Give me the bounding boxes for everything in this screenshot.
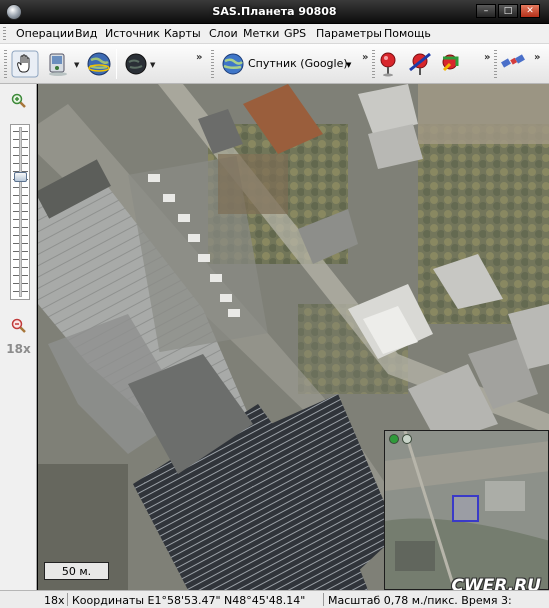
minimap-view-rectangle[interactable] [452,495,479,522]
minimap[interactable] [384,430,549,590]
marker-edit-icon[interactable] [436,50,464,78]
map-type-dropdown-arrow[interactable]: ▼ [150,61,155,69]
toolbar-grip-3[interactable] [372,50,375,78]
menu-layers[interactable]: Слои [209,27,238,40]
title-bar: SAS.Планета 90808 – □ ✕ [0,0,549,24]
window-title: SAS.Планета 90808 [212,5,337,18]
gps-dropdown-arrow[interactable]: ▼ [74,61,79,69]
minimize-button[interactable]: – [476,4,496,18]
watermark-logo: CWER.RU [451,576,541,590]
menu-operations[interactable]: Операции [16,27,74,40]
satellite-icon[interactable] [500,50,528,78]
menu-view[interactable]: Вид [75,27,97,40]
zoom-panel: 18x [0,84,37,590]
zoom-slider-thumb[interactable] [14,172,27,182]
globe-icon[interactable] [85,50,113,78]
maximize-button[interactable]: □ [498,4,518,18]
menu-bar: Операции Вид Источник Карты Слои Метки G… [0,24,549,44]
zoom-level-label: 18x [6,342,31,356]
toolbar-overflow-chevron-left[interactable]: » [196,52,202,63]
hand-icon[interactable] [11,50,39,78]
scale-bar: 50 м. [44,562,109,580]
status-bar: 18x Координаты E1°58'53.47" N48°45'48.14… [0,590,549,608]
minimap-zoom-in-icon[interactable] [389,434,399,444]
zoom-slider-rail [19,127,22,297]
status-scale: Масштаб 0,78 м./пикс. Время 3: [328,594,512,607]
satellite-globe-icon [222,53,244,75]
chevron-down-icon: ▼ [346,61,352,69]
menu-gps[interactable]: GPS [284,27,306,40]
menu-settings[interactable]: Параметры [316,27,382,40]
red-marker-icon[interactable] [376,50,404,78]
menu-marks[interactable]: Метки [243,27,279,40]
status-zoom: 18x [44,594,65,607]
zoom-slider[interactable] [10,124,30,300]
gps-device-icon[interactable] [44,50,72,78]
menu-grip[interactable] [3,27,6,41]
map-viewport[interactable]: 50 м. CWER.RU [38,84,549,590]
dark-globe-icon[interactable] [122,50,150,78]
map-source-label: Спутник (Google) [248,57,348,70]
status-coordinates: Координаты E1°58'53.47" N48°45'48.14" [72,594,306,607]
menu-maps[interactable]: Карты [164,27,201,40]
map-source-selector[interactable]: Спутник (Google) ▼ [220,51,360,77]
toolbar-grip[interactable] [4,50,7,78]
zoom-in-icon[interactable] [11,93,27,109]
toolbar-grip-4[interactable] [494,50,497,78]
minimap-zoom-out-icon[interactable] [402,434,412,444]
toolbar-grip-2[interactable] [211,50,214,78]
close-button[interactable]: ✕ [520,4,540,18]
toolbar-overflow-chevron-mid[interactable]: » [362,52,368,63]
red-marker-delete-icon[interactable] [406,50,434,78]
menu-source[interactable]: Источник [105,27,160,40]
zoom-out-icon[interactable] [11,318,27,334]
scale-label: 50 м. [61,565,92,578]
menu-help[interactable]: Помощь [384,27,431,40]
toolbar-overflow-chevron-end[interactable]: » [534,52,540,63]
toolbar: ▼ ▼ » Спутник (Google) ▼ » » » [0,44,549,84]
toolbar-overflow-chevron-right[interactable]: » [484,52,490,63]
